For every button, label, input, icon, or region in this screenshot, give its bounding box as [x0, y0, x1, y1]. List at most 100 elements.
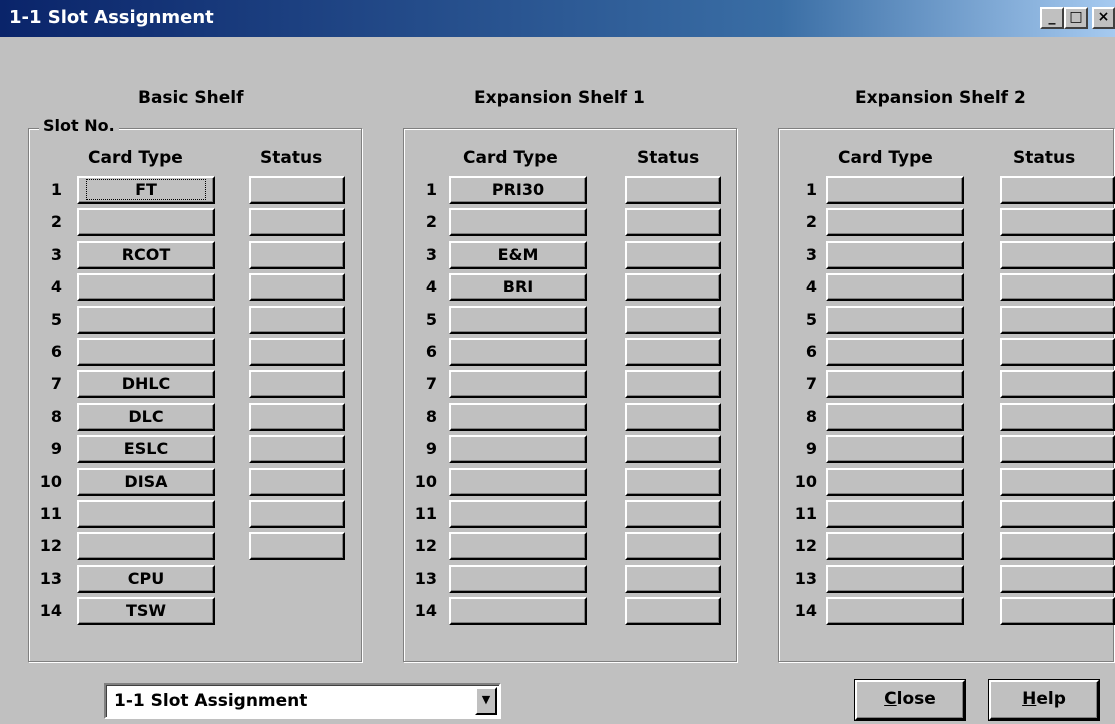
card-type-button[interactable]: [77, 306, 215, 334]
maximize-button[interactable]: □: [1064, 7, 1088, 29]
card-type-button[interactable]: [826, 306, 964, 334]
card-type-button[interactable]: [826, 565, 964, 593]
card-type-button[interactable]: [449, 468, 587, 496]
status-button[interactable]: [249, 403, 345, 431]
title-bar[interactable]: 1-1 Slot Assignment _ □ ×: [0, 0, 1115, 37]
card-type-label: FT: [86, 179, 206, 200]
card-type-button[interactable]: TSW: [77, 597, 215, 625]
status-button[interactable]: [249, 468, 345, 496]
status-button[interactable]: [1000, 500, 1115, 528]
card-type-button[interactable]: [77, 532, 215, 560]
status-button[interactable]: [1000, 176, 1115, 204]
slot-number: 9: [805, 439, 817, 458]
status-button[interactable]: [1000, 273, 1115, 301]
card-type-button[interactable]: [449, 338, 587, 366]
slot-number: 3: [50, 245, 62, 264]
dropdown-arrow-icon[interactable]: ▼: [475, 687, 497, 715]
card-type-button[interactable]: RCOT: [77, 241, 215, 269]
status-button[interactable]: [1000, 370, 1115, 398]
card-type-button[interactable]: [449, 532, 587, 560]
card-type-button[interactable]: [826, 208, 964, 236]
status-button[interactable]: [625, 532, 721, 560]
card-type-button[interactable]: DISA: [77, 468, 215, 496]
status-button[interactable]: [1000, 565, 1115, 593]
view-select-dropdown[interactable]: 1-1 Slot Assignment ▼: [104, 683, 501, 719]
card-type-button[interactable]: [449, 500, 587, 528]
close-window-button[interactable]: ×: [1092, 7, 1115, 29]
card-type-button[interactable]: BRI: [449, 273, 587, 301]
status-button[interactable]: [625, 565, 721, 593]
status-button[interactable]: [625, 403, 721, 431]
card-type-button[interactable]: [826, 338, 964, 366]
status-button[interactable]: [625, 597, 721, 625]
close-button[interactable]: Close: [855, 680, 965, 720]
status-button[interactable]: [625, 435, 721, 463]
card-type-button[interactable]: [77, 500, 215, 528]
status-button[interactable]: [625, 500, 721, 528]
card-type-button[interactable]: DLC: [77, 403, 215, 431]
maximize-icon: □: [1069, 9, 1083, 25]
card-type-button[interactable]: E&M: [449, 241, 587, 269]
status-button[interactable]: [625, 468, 721, 496]
card-type-button[interactable]: [826, 370, 964, 398]
card-type-button[interactable]: PRI30: [449, 176, 587, 204]
slot-number: 7: [805, 374, 817, 393]
status-button[interactable]: [1000, 468, 1115, 496]
status-button[interactable]: [625, 176, 721, 204]
card-type-button[interactable]: [449, 435, 587, 463]
status-button[interactable]: [249, 273, 345, 301]
minimize-button[interactable]: _: [1040, 7, 1064, 29]
status-button[interactable]: [249, 208, 345, 236]
status-button[interactable]: [249, 532, 345, 560]
card-type-button[interactable]: [449, 597, 587, 625]
status-button[interactable]: [1000, 241, 1115, 269]
status-button[interactable]: [1000, 208, 1115, 236]
status-button[interactable]: [625, 370, 721, 398]
status-button[interactable]: [625, 273, 721, 301]
card-type-button[interactable]: [826, 273, 964, 301]
status-button[interactable]: [249, 338, 345, 366]
status-button[interactable]: [625, 338, 721, 366]
card-type-button[interactable]: [826, 597, 964, 625]
card-type-label: ESLC: [123, 439, 169, 458]
card-type-button[interactable]: [77, 208, 215, 236]
card-type-button[interactable]: [826, 241, 964, 269]
card-type-button[interactable]: CPU: [77, 565, 215, 593]
status-button[interactable]: [249, 241, 345, 269]
card-type-button[interactable]: [449, 208, 587, 236]
help-button[interactable]: Help: [989, 680, 1099, 720]
card-type-button[interactable]: [449, 565, 587, 593]
status-button[interactable]: [1000, 306, 1115, 334]
card-type-button[interactable]: ESLC: [77, 435, 215, 463]
card-type-button[interactable]: [449, 306, 587, 334]
close-mnemonic: C: [884, 689, 897, 709]
status-button[interactable]: [249, 435, 345, 463]
card-type-button[interactable]: [826, 176, 964, 204]
card-type-button[interactable]: [826, 403, 964, 431]
card-type-label: PRI30: [491, 180, 545, 199]
status-button[interactable]: [625, 241, 721, 269]
status-button[interactable]: [1000, 597, 1115, 625]
status-button[interactable]: [1000, 435, 1115, 463]
status-button[interactable]: [1000, 338, 1115, 366]
status-button[interactable]: [249, 500, 345, 528]
card-type-button[interactable]: [826, 435, 964, 463]
card-type-button[interactable]: [826, 532, 964, 560]
status-button[interactable]: [1000, 532, 1115, 560]
card-type-button[interactable]: [449, 370, 587, 398]
card-type-header-exp1: Card Type: [463, 148, 558, 168]
status-button[interactable]: [249, 370, 345, 398]
status-button[interactable]: [249, 306, 345, 334]
card-type-button[interactable]: [826, 500, 964, 528]
card-type-button[interactable]: [449, 403, 587, 431]
card-type-button[interactable]: [826, 468, 964, 496]
card-type-button[interactable]: [77, 338, 215, 366]
status-button[interactable]: [1000, 403, 1115, 431]
card-type-button[interactable]: DHLC: [77, 370, 215, 398]
card-type-button[interactable]: [77, 273, 215, 301]
status-button[interactable]: [625, 306, 721, 334]
status-button[interactable]: [625, 208, 721, 236]
card-type-button[interactable]: FT: [77, 176, 215, 204]
view-select-value: 1-1 Slot Assignment: [114, 691, 308, 711]
status-button[interactable]: [249, 176, 345, 204]
